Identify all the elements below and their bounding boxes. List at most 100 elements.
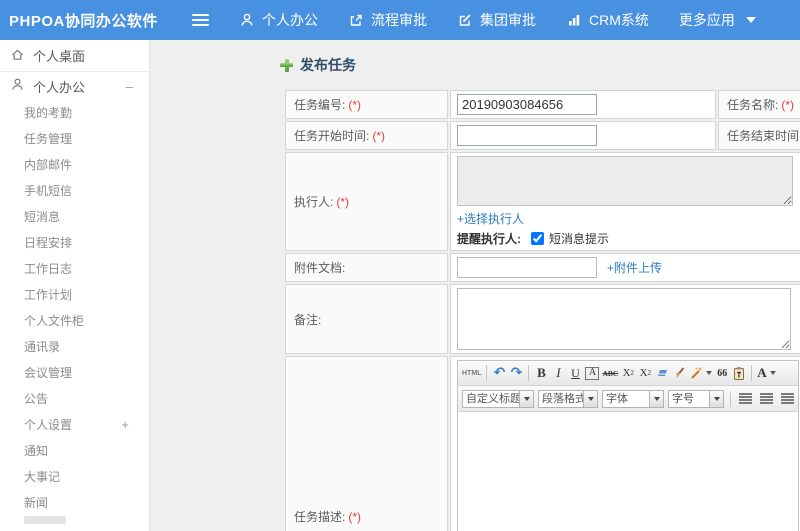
sidebar-item-short-message[interactable]: 短消息 <box>0 204 149 230</box>
nav-label: 个人办公 <box>262 12 318 28</box>
attachment-label-cell: 附件文档: <box>285 253 448 282</box>
bar-chart-icon <box>566 12 582 28</box>
sms-tip-checkbox[interactable] <box>531 232 544 245</box>
subscript-button[interactable]: X2 <box>638 364 652 382</box>
description-field-cell: HTML ↶ ↷ B I U A ABC X2 X2 66 A 自定义标题 段落… <box>450 356 800 531</box>
caret-down-icon <box>706 371 713 375</box>
superscript-button[interactable]: X2 <box>621 364 635 382</box>
executor-textarea[interactable] <box>457 156 793 206</box>
font-size-select[interactable]: 字号 <box>668 389 724 408</box>
required-mark: (*) <box>336 195 350 209</box>
sidebar-group-personal-office[interactable]: 个人办公 – <box>0 72 149 100</box>
sidebar-item-label: 日程安排 <box>24 236 73 250</box>
nav-more-apps[interactable]: 更多应用 <box>679 10 756 30</box>
page-title-text: 发布任务 <box>300 57 356 73</box>
sidebar-item-announcement[interactable]: 公告 <box>0 386 149 412</box>
sub-mark: 2 <box>647 369 652 377</box>
sidebar-item-meeting[interactable]: 会议管理 <box>0 360 149 386</box>
caret-down-icon[interactable] <box>650 389 664 408</box>
nav-crm[interactable]: CRM系统 <box>566 10 649 30</box>
required-mark: (*) <box>348 510 362 524</box>
executor-label-cell: 执行人: (*) <box>285 152 448 251</box>
editor-toolbar-row2: 自定义标题 段落格式 字体 字号 <box>458 386 798 412</box>
remind-label: 提醒执行人: <box>457 232 521 246</box>
task-no-input[interactable] <box>457 94 597 115</box>
italic-button[interactable]: I <box>551 364 565 382</box>
caret-down-icon[interactable] <box>710 389 724 408</box>
field-label: 任务结束时间: <box>727 129 800 143</box>
undo-button[interactable]: ↶ <box>492 364 506 382</box>
main-content: 发布任务 任务编号:(*) 任务名称:(*) 任务开始时间:(*) 任务结束时 <box>150 40 800 531</box>
sub-base: X <box>639 367 648 379</box>
blockquote-button[interactable]: 66 <box>715 364 729 382</box>
sidebar-item-label: 公告 <box>24 392 49 406</box>
attachment-input[interactable] <box>457 257 597 278</box>
sidebar-item-partial <box>0 516 149 524</box>
rich-text-editor: HTML ↶ ↷ B I U A ABC X2 X2 66 A 自定义标题 段落… <box>457 360 799 531</box>
sidebar-item-schedule[interactable]: 日程安排 <box>0 230 149 256</box>
nav-flow-approval[interactable]: 流程审批 <box>348 10 427 30</box>
hamburger-icon[interactable] <box>192 13 209 27</box>
expand-plus-icon[interactable]: + <box>121 412 129 438</box>
flow-approval-icon <box>348 12 364 28</box>
sidebar-item-label: 通知 <box>24 444 49 458</box>
sidebar-item-work-log[interactable]: 工作日志 <box>0 256 149 282</box>
eraser-icon[interactable] <box>655 364 669 382</box>
underline-button[interactable]: U <box>568 364 582 382</box>
font-family-select[interactable]: 字体 <box>602 389 664 408</box>
caret-down-icon[interactable] <box>584 389 598 408</box>
remark-label-cell: 备注: <box>285 284 448 354</box>
sidebar-item-task-management[interactable]: 任务管理 <box>0 126 149 152</box>
sidebar-item-attendance[interactable]: 我的考勤 <box>0 100 149 126</box>
sidebar-item-news[interactable]: 新闻 <box>0 490 149 516</box>
sidebar-item-events[interactable]: 大事记 <box>0 464 149 490</box>
sidebar-item-work-plan[interactable]: 工作计划 <box>0 282 149 308</box>
edit-icon <box>457 12 473 28</box>
sidebar-item-label: 我的考勤 <box>24 106 73 120</box>
strikethrough-button[interactable]: ABC <box>602 364 618 382</box>
format-brush-icon[interactable] <box>672 364 686 382</box>
sup-mark: 2 <box>630 369 635 377</box>
sidebar-item-personal-settings[interactable]: 个人设置 + <box>0 412 149 438</box>
sidebar-item-internal-mail[interactable]: 内部邮件 <box>0 152 149 178</box>
start-time-label-cell: 任务开始时间: (*) <box>285 121 448 150</box>
caret-down-icon[interactable] <box>520 389 534 408</box>
magic-wand-icon[interactable] <box>689 364 713 382</box>
sidebar-item-label: 内部邮件 <box>24 158 73 172</box>
sidebar: 个人桌面 个人办公 – 我的考勤 任务管理 内部邮件 手机短信 短消息 日程安排… <box>0 40 150 531</box>
paste-text-icon[interactable] <box>732 364 746 382</box>
task-name-label-cell: 任务名称: (*) <box>718 90 800 119</box>
app-logo: PHPOA协同办公软件 <box>9 12 158 30</box>
caret-down-icon <box>745 17 756 23</box>
sidebar-item-desktop[interactable]: 个人桌面 <box>0 40 149 72</box>
choose-executor-link[interactable]: +选择执行人 <box>457 210 524 227</box>
attachment-upload-link[interactable]: +附件上传 <box>607 259 662 276</box>
align-right-icon[interactable] <box>781 393 794 404</box>
nav-personal-office[interactable]: 个人办公 <box>239 10 318 30</box>
sidebar-item-file-cabinet[interactable]: 个人文件柜 <box>0 308 149 334</box>
nav-group-approval[interactable]: 集团审批 <box>457 10 536 30</box>
remark-textarea[interactable] <box>457 288 791 350</box>
sidebar-item-mobile-sms[interactable]: 手机短信 <box>0 178 149 204</box>
sidebar-item-label: 新闻 <box>24 496 49 510</box>
sidebar-item-label: 会议管理 <box>24 366 73 380</box>
align-left-icon[interactable] <box>739 393 752 404</box>
paragraph-format-select[interactable]: 段落格式 <box>538 389 598 408</box>
sidebar-item-notice[interactable]: 通知 <box>0 438 149 464</box>
nav-label: 流程审批 <box>371 12 427 28</box>
font-color-button[interactable]: A <box>757 364 776 382</box>
editor-content-area[interactable] <box>458 412 798 531</box>
align-center-icon[interactable] <box>760 393 773 404</box>
redo-button[interactable]: ↷ <box>509 364 523 382</box>
custom-heading-select[interactable]: 自定义标题 <box>462 389 534 408</box>
start-time-input[interactable] <box>457 125 597 146</box>
html-source-button[interactable]: HTML <box>462 364 481 382</box>
sms-tip-label: 短消息提示 <box>549 232 610 246</box>
bold-button[interactable]: B <box>534 364 548 382</box>
collapse-minus-icon[interactable]: – <box>126 79 133 94</box>
font-frame-button[interactable]: A <box>585 366 600 380</box>
sidebar-item-label: 个人文件柜 <box>24 314 85 328</box>
sidebar-item-contacts[interactable]: 通讯录 <box>0 334 149 360</box>
caret-down-icon <box>769 371 776 375</box>
nav-label: 集团审批 <box>480 12 536 28</box>
